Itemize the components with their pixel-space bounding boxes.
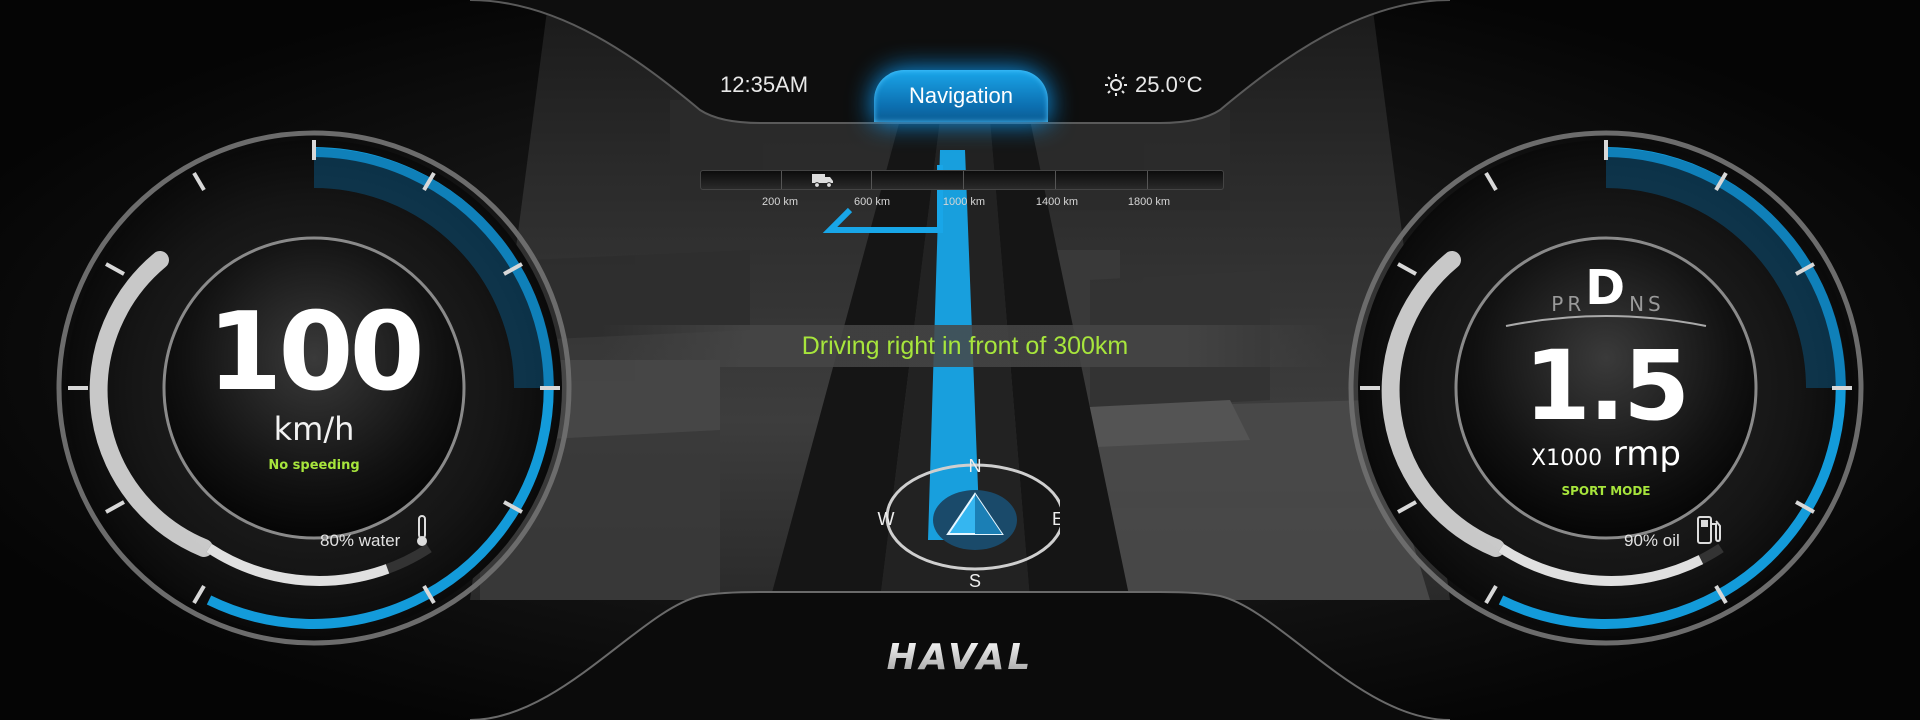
scale-label-1000: 1000 km	[942, 196, 986, 208]
oil-label: 90% oil	[1624, 531, 1680, 550]
gear-p: P	[1551, 292, 1564, 316]
compass-west: W	[878, 509, 895, 529]
clock: 12:35AM	[720, 72, 809, 97]
gear-r: R	[1567, 292, 1582, 316]
speed-value: 100	[207, 290, 424, 415]
water-label: 80% water	[320, 531, 401, 550]
truck-icon	[812, 174, 833, 188]
gear-s: S	[1648, 292, 1661, 316]
speed-status: No speeding	[268, 458, 360, 473]
gear-selector: P R D N S	[1456, 260, 1756, 316]
scale-label-1800: 1800 km	[1127, 196, 1171, 208]
temperature-value: 25.0°C	[1135, 72, 1203, 97]
route-progress-scale	[700, 170, 1224, 190]
rpm-value: 1.5	[1523, 330, 1690, 442]
thermometer-icon	[417, 515, 427, 546]
tab-navigation[interactable]: Navigation	[874, 70, 1048, 122]
speed-unit: km/h	[273, 410, 355, 448]
speedometer: 100 km/h No speeding 80% water	[54, 128, 574, 648]
rpm-multiplier: X1000	[1531, 446, 1603, 471]
tachometer: P R D N S 1.5 X1000 rmp SPORT MODE 90% o…	[1346, 128, 1866, 648]
scale-label-600: 600 km	[853, 196, 891, 208]
tab-navigation-label: Navigation	[909, 83, 1013, 108]
speedometer-face: 100 km/h No speeding	[164, 238, 464, 538]
compass: N S W E	[878, 456, 1060, 590]
rpm-unit: rmp	[1612, 434, 1681, 474]
gear-d-active: D	[1585, 260, 1626, 316]
haval-logo: HAVAL	[887, 637, 1034, 676]
weather-readout: 25.0°C	[1105, 72, 1203, 98]
rpm-unit-row: X1000 rmp	[1456, 434, 1756, 474]
compass-east: E	[1052, 509, 1060, 529]
drive-mode: SPORT MODE	[1561, 484, 1651, 498]
compass-south: S	[969, 571, 981, 590]
compass-north: N	[969, 456, 982, 476]
tachometer-face: P R D N S 1.5 X1000 rmp SPORT MODE	[1456, 238, 1756, 538]
scale-label-200: 200 km	[761, 196, 799, 208]
gear-n: N	[1629, 292, 1645, 316]
instruction-text: Driving right in front of 300km	[801, 331, 1129, 360]
scale-label-1400: 1400 km	[1035, 196, 1079, 208]
fuel-pump-icon	[1697, 516, 1721, 544]
navigation-instruction: Driving right in front of 300km	[600, 325, 1330, 367]
sun-icon	[1105, 74, 1127, 96]
logo-text: HAVAL	[887, 637, 1034, 676]
